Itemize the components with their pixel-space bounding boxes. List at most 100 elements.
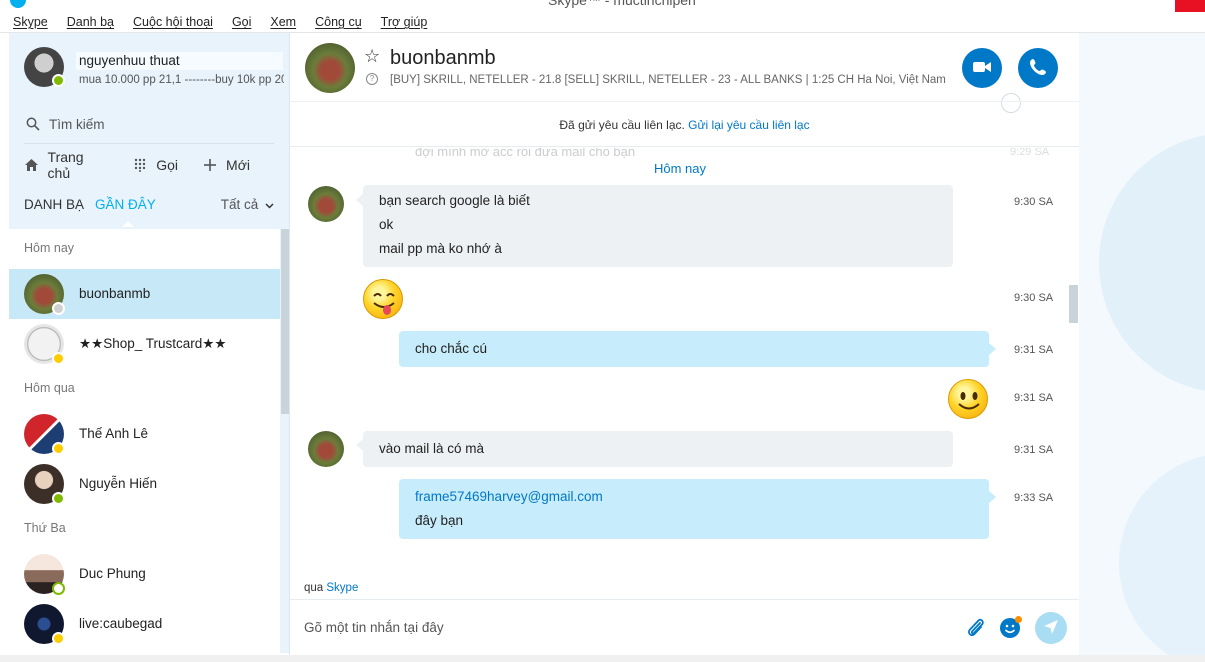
conversation-avatar[interactable] bbox=[305, 43, 355, 93]
contact-item[interactable]: buonbanmb bbox=[9, 269, 280, 319]
home-button[interactable]: Trang chủ bbox=[24, 149, 108, 181]
decorative-circle bbox=[1119, 453, 1205, 655]
filter-dropdown[interactable]: Tất cả bbox=[221, 197, 274, 212]
sidebar-scrollbar-thumb[interactable] bbox=[281, 229, 289, 414]
tab-contacts[interactable]: DANH BẠ bbox=[24, 197, 84, 212]
unknown-status-icon bbox=[52, 302, 65, 315]
sender-avatar[interactable] bbox=[308, 186, 344, 222]
new-label: Mới bbox=[226, 157, 250, 173]
message-line: mail pp mà ko nhớ à bbox=[379, 241, 502, 256]
profile-panel[interactable]: nguyenhuu thuat mua 10.000 pp 21,1 -----… bbox=[9, 33, 289, 107]
audio-call-button[interactable] bbox=[1018, 48, 1058, 88]
star-icon[interactable]: ☆ bbox=[364, 46, 380, 67]
emoticon-button[interactable] bbox=[1000, 616, 1022, 638]
incoming-message[interactable]: vào mail là có mà bbox=[363, 431, 953, 467]
request-notice-text: Đã gửi yêu cầu liên lạc. bbox=[559, 118, 685, 132]
menu-contacts[interactable]: Danh bạ bbox=[64, 15, 117, 29]
message-time: 9:31 SA bbox=[1014, 444, 1054, 456]
new-button[interactable]: Mới bbox=[202, 157, 250, 173]
window-title: Skype™ - muctinchipen bbox=[548, 0, 696, 8]
bubble-tail bbox=[356, 194, 363, 206]
message-line: ok bbox=[379, 217, 394, 232]
menu-skype[interactable]: Skype bbox=[10, 15, 51, 29]
menu-call[interactable]: Gọi bbox=[229, 15, 254, 29]
home-label: Trang chủ bbox=[47, 149, 84, 181]
message-history: đợi mình mở acc rồi đưa mail cho bạn 9:2… bbox=[290, 148, 1070, 576]
search-icon bbox=[26, 117, 40, 131]
send-arrow-icon bbox=[1043, 619, 1059, 638]
faded-message-time: 9:29 SA bbox=[1010, 148, 1050, 158]
plus-icon bbox=[202, 157, 218, 173]
smile-emoji-icon[interactable] bbox=[948, 379, 988, 419]
via-label: qua Skype bbox=[304, 582, 358, 594]
message-line: bạn search google là biết bbox=[379, 193, 530, 208]
conversation-header: ☆ buonbanmb ? [BUY] SKRILL, NETELLER - 2… bbox=[290, 33, 1079, 113]
menu-tools[interactable]: Công cụ bbox=[312, 15, 365, 29]
contact-name: Nguyễn Hiến bbox=[79, 476, 158, 491]
message-time: 9:31 SA bbox=[1014, 344, 1054, 356]
away-status-icon bbox=[52, 352, 65, 365]
divider bbox=[24, 143, 274, 144]
video-call-button[interactable] bbox=[962, 48, 1002, 88]
unknown-status-icon: ? bbox=[366, 73, 378, 85]
tab-recent[interactable]: GẦN ĐÂY bbox=[95, 197, 156, 212]
chat-scrollbar-thumb[interactable] bbox=[1069, 285, 1078, 323]
search-box[interactable]: Tìm kiếm bbox=[24, 111, 274, 137]
profile-name[interactable]: nguyenhuu thuat bbox=[76, 52, 283, 70]
offline-status-icon bbox=[52, 582, 65, 595]
menu-bar: Skype Danh bạ Cuộc hội thoại Gọi Xem Côn… bbox=[0, 12, 1205, 33]
message-time: 9:33 SA bbox=[1014, 492, 1054, 504]
menu-view[interactable]: Xem bbox=[267, 15, 299, 29]
contact-tabs: DANH BẠ GẦN ĐÂY Tất cả bbox=[24, 193, 274, 227]
contact-item[interactable]: Thế Anh Lê bbox=[9, 409, 280, 459]
sender-avatar[interactable] bbox=[308, 431, 344, 467]
conversation-title[interactable]: buonbanmb bbox=[390, 47, 496, 70]
menu-conversations[interactable]: Cuộc hội thoại bbox=[130, 15, 216, 29]
title-bar: Skype™ - muctinchipen bbox=[0, 0, 1205, 12]
notification-badge bbox=[1015, 616, 1022, 623]
day-separator: Hôm nay bbox=[653, 161, 707, 176]
outgoing-message[interactable]: cho chắc cú bbox=[399, 331, 989, 367]
online-status-icon bbox=[52, 74, 65, 87]
contact-request-notice: Đã gửi yêu cầu liên lạc. Gửi lại yêu cầu… bbox=[290, 101, 1079, 147]
incoming-message[interactable]: bạn search google là biết ok mail pp mà … bbox=[363, 185, 953, 267]
right-panel bbox=[1079, 33, 1205, 655]
message-time: 9:30 SA bbox=[1014, 292, 1054, 304]
recent-contact-list: Hôm nay buonbanmb ★★Shop_ Trustcard★★ Hô… bbox=[9, 229, 280, 653]
group-heading-today: Hôm nay bbox=[24, 241, 75, 255]
contact-item[interactable]: ★★Shop_ Trustcard★★ bbox=[9, 319, 280, 369]
call-label: Gọi bbox=[156, 157, 179, 173]
contact-item[interactable]: Duc Phung bbox=[9, 549, 280, 599]
filter-label: Tất cả bbox=[220, 197, 259, 212]
message-input[interactable]: Gõ một tin nhắn tại đây bbox=[304, 620, 444, 635]
message-composer[interactable]: Gõ một tin nhắn tại đây bbox=[290, 599, 1079, 655]
message-time: 9:30 SA bbox=[1014, 196, 1054, 208]
conversation-panel: ☆ buonbanmb ? [BUY] SKRILL, NETELLER - 2… bbox=[289, 33, 1079, 655]
group-heading-yesterday: Hôm qua bbox=[24, 381, 75, 395]
chevron-down-icon bbox=[265, 197, 274, 212]
conversation-mood: [BUY] SKRILL, NETELLER - 21.8 [SELL] SKR… bbox=[390, 74, 946, 86]
profile-mood[interactable]: mua 10.000 pp 21,1 --------buy 10k pp 20… bbox=[79, 74, 284, 86]
contact-name: buonbanmb bbox=[79, 286, 151, 301]
via-skype-link[interactable]: Skype bbox=[326, 582, 358, 594]
outgoing-message[interactable]: frame57469harvey@gmail.com đây bạn bbox=[399, 479, 989, 539]
resend-request-link[interactable]: Gửi lại yêu cầu liên lạc bbox=[688, 118, 809, 132]
call-button[interactable]: Gọi bbox=[132, 157, 178, 173]
via-prefix: qua bbox=[304, 582, 324, 594]
close-window-button[interactable] bbox=[1175, 0, 1205, 12]
message-line: đây bạn bbox=[415, 513, 464, 528]
contact-item[interactable]: live:caubegad bbox=[9, 599, 280, 649]
send-button[interactable] bbox=[1035, 612, 1067, 644]
search-placeholder: Tìm kiếm bbox=[49, 116, 105, 132]
paperclip-icon[interactable] bbox=[966, 617, 986, 639]
group-heading-tuesday: Thứ Ba bbox=[24, 521, 66, 535]
contact-item[interactable]: Nguyễn Hiến bbox=[9, 459, 280, 509]
tab-indicator bbox=[122, 221, 134, 227]
menu-help[interactable]: Trợ giúp bbox=[378, 15, 431, 29]
email-link[interactable]: frame57469harvey@gmail.com bbox=[415, 485, 973, 509]
contact-name: ★★Shop_ Trustcard★★ bbox=[79, 336, 227, 351]
tongue-emoji-icon[interactable] bbox=[363, 279, 403, 319]
nav-row: Trang chủ Gọi Mới bbox=[24, 149, 274, 181]
window-bottom-edge bbox=[0, 655, 1205, 662]
away-status-icon bbox=[52, 442, 65, 455]
